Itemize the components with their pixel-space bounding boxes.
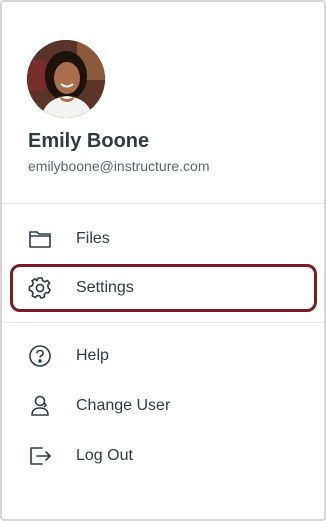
user-email: emilyboone@instructure.com (28, 158, 210, 174)
avatar-photo (27, 40, 105, 118)
menu-item-change-user[interactable]: Change User (10, 383, 320, 429)
folder-icon (28, 227, 52, 251)
divider (2, 322, 324, 323)
menu-item-label: Help (76, 347, 109, 364)
menu-item-settings[interactable]: Settings (10, 265, 320, 311)
help-icon (28, 344, 52, 368)
menu-item-files[interactable]: Files (10, 216, 320, 262)
change-user-icon (28, 394, 52, 418)
profile-drawer: Emily Boone emilyboone@instructure.com F… (0, 0, 326, 521)
menu-item-label: Files (76, 230, 110, 247)
gear-icon (28, 276, 52, 300)
avatar[interactable] (27, 40, 105, 118)
menu-item-label: Change User (76, 397, 171, 414)
menu-item-help[interactable]: Help (10, 333, 320, 379)
menu-item-log-out[interactable]: Log Out (10, 433, 320, 479)
divider (2, 203, 324, 204)
menu-item-label: Settings (76, 279, 134, 296)
menu-item-label: Log Out (76, 447, 133, 464)
user-name: Emily Boone (28, 130, 150, 152)
logout-icon (28, 444, 52, 468)
